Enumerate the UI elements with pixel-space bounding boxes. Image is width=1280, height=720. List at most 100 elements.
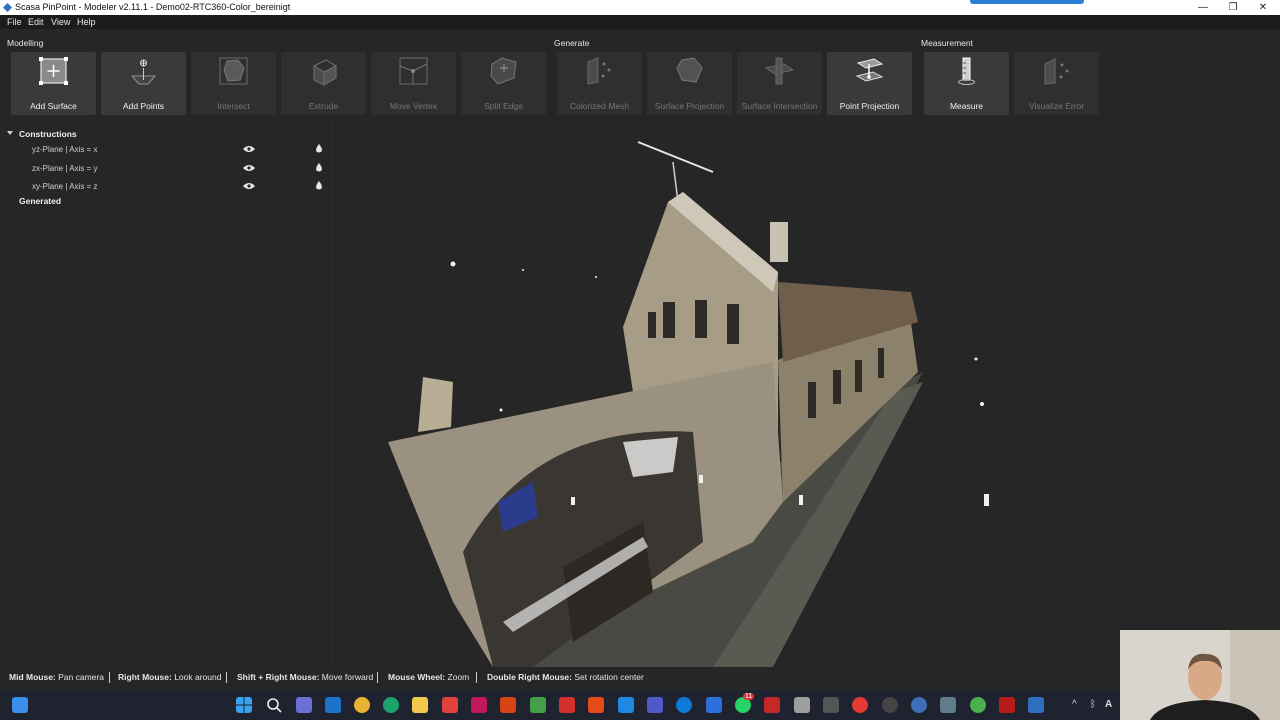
hint-action: Zoom <box>447 672 470 682</box>
ribbon-toolbar: Modelling Generate Measurement Add Surfa… <box>0 29 1280 120</box>
tree-item-zx-plane[interactable]: zx-Plane | Axis = y <box>32 164 97 173</box>
app-blue-icon[interactable] <box>911 697 927 713</box>
window <box>833 370 841 404</box>
tool-label: Colorized Mesh <box>569 101 630 111</box>
tray-chevron-icon[interactable]: ^ <box>1072 699 1077 710</box>
measure-icon <box>958 57 975 85</box>
menu-bar: File Edit View Help <box>0 15 1280 29</box>
notepad-icon[interactable] <box>794 697 810 713</box>
search-icon[interactable] <box>266 697 282 713</box>
tree-section-generated[interactable]: Generated <box>19 196 61 206</box>
add-surface-button[interactable]: Add Surface <box>11 52 96 115</box>
move-vertex-button[interactable]: Move Vertex <box>371 52 456 115</box>
start-icon[interactable] <box>236 697 252 713</box>
chrome2-icon[interactable] <box>970 697 986 713</box>
azure-icon[interactable] <box>706 697 722 713</box>
surface-projection-button[interactable]: Surface Projection <box>647 52 732 115</box>
accent-bar <box>970 0 1084 4</box>
app-gray-icon[interactable] <box>823 697 839 713</box>
window <box>648 312 656 338</box>
notification-badge: 11 <box>743 693 755 700</box>
hint-key: Double Right Mouse: <box>487 672 572 682</box>
tray-letter[interactable]: A <box>1105 699 1112 710</box>
surface-projection-icon <box>676 57 703 83</box>
color-drop-icon[interactable] <box>315 181 323 190</box>
status-bar: Mid Mouse: Pan camera Right Mouse: Look … <box>0 669 1280 686</box>
point-cloud-viewport[interactable] <box>333 122 1280 667</box>
add-points-button[interactable]: Add Points <box>101 52 186 115</box>
windows-taskbar: 11 ^ ᛒ A <box>0 690 1280 720</box>
move-vertex-icon <box>399 57 428 85</box>
menu-edit[interactable]: Edit <box>28 17 44 27</box>
file-explorer-icon[interactable] <box>412 697 428 713</box>
hint-key: Shift + Right Mouse: <box>237 672 320 682</box>
presenter-video <box>1120 630 1280 720</box>
colorized-mesh-button[interactable]: Colorized Mesh <box>557 52 642 115</box>
tool-label: Surface Intersection <box>741 101 818 111</box>
color-drop-icon[interactable] <box>315 163 323 172</box>
chimney-tower <box>418 377 453 432</box>
app-green-icon[interactable] <box>530 697 546 713</box>
window <box>878 348 884 378</box>
app-red2-icon[interactable] <box>764 697 780 713</box>
hint-key: Right Mouse: <box>118 672 172 682</box>
outlook-icon[interactable] <box>325 697 341 713</box>
bluetooth-icon[interactable]: ᛒ <box>1090 699 1096 710</box>
app-icon <box>3 3 12 12</box>
tool-label: Extrude <box>308 101 339 111</box>
surface-intersection-button[interactable]: Surface Intersection <box>737 52 822 115</box>
hint-key: Mouse Wheel: <box>388 672 446 682</box>
tree-section-constructions[interactable]: Constructions <box>19 129 77 139</box>
visibility-eye-icon[interactable] <box>243 145 255 153</box>
menu-view[interactable]: View <box>51 17 70 27</box>
app-target-icon[interactable] <box>852 697 868 713</box>
extrude-button[interactable]: Extrude <box>281 52 366 115</box>
edge-icon[interactable] <box>383 697 399 713</box>
app-pink-icon[interactable] <box>471 697 487 713</box>
close-button[interactable]: ✕ <box>1248 0 1278 15</box>
hint-mouse-wheel: Mouse Wheel: Zoom <box>388 672 469 682</box>
minimize-button[interactable]: — <box>1188 0 1218 15</box>
window <box>727 304 739 344</box>
visibility-eye-icon[interactable] <box>243 164 255 172</box>
point-projection-button[interactable]: Point Projection <box>827 52 912 115</box>
app-red-icon[interactable] <box>442 697 458 713</box>
teams-icon[interactable] <box>647 697 663 713</box>
scene-tree-panel: Constructions yz-Plane | Axis = x zx-Pla… <box>0 122 333 667</box>
tree-item-xy-plane[interactable]: xy-Plane | Axis = z <box>32 182 97 191</box>
pinpoint-taskbar-icon[interactable] <box>1028 697 1044 713</box>
tool-label: Measure <box>949 101 984 111</box>
menu-help[interactable]: Help <box>77 17 96 27</box>
intersect-button[interactable]: Intersect <box>191 52 276 115</box>
split-edge-button[interactable]: Split Edge <box>461 52 546 115</box>
point-projection-icon <box>855 58 884 82</box>
app-orange-icon[interactable] <box>500 697 516 713</box>
skype-icon[interactable] <box>676 697 692 713</box>
tool-label: Point Projection <box>839 101 900 111</box>
filezilla-icon[interactable] <box>999 697 1015 713</box>
shield-icon[interactable] <box>618 697 634 713</box>
visibility-eye-icon[interactable] <box>243 182 255 190</box>
group-label-measurement: Measurement <box>921 38 973 48</box>
color-drop-icon[interactable] <box>315 144 323 153</box>
chrome-icon[interactable] <box>354 697 370 713</box>
acrobat-icon[interactable] <box>559 697 575 713</box>
task-view-icon[interactable] <box>12 697 28 713</box>
measure-button[interactable]: Measure <box>924 52 1009 115</box>
restore-button[interactable]: ❐ <box>1218 0 1248 15</box>
chimney <box>770 222 788 262</box>
point-cloud-render <box>388 141 989 667</box>
app-tool-icon[interactable] <box>940 697 956 713</box>
webcam-overlay <box>1120 630 1280 720</box>
app-camera-icon[interactable] <box>882 697 898 713</box>
hint-key: Mid Mouse: <box>9 672 56 682</box>
visualize-error-button[interactable]: Visualize Error <box>1014 52 1099 115</box>
hint-double-right-mouse: Double Right Mouse: Set rotation center <box>487 672 644 682</box>
extrude-icon <box>312 59 338 86</box>
hint-shift-right-mouse: Shift + Right Mouse: Move forward <box>237 672 373 682</box>
app-orange2-icon[interactable] <box>588 697 604 713</box>
expand-caret-icon[interactable] <box>7 131 13 135</box>
tree-item-yz-plane[interactable]: yz-Plane | Axis = x <box>32 145 97 154</box>
menu-file[interactable]: File <box>7 17 22 27</box>
teams-chat-icon[interactable] <box>296 697 312 713</box>
